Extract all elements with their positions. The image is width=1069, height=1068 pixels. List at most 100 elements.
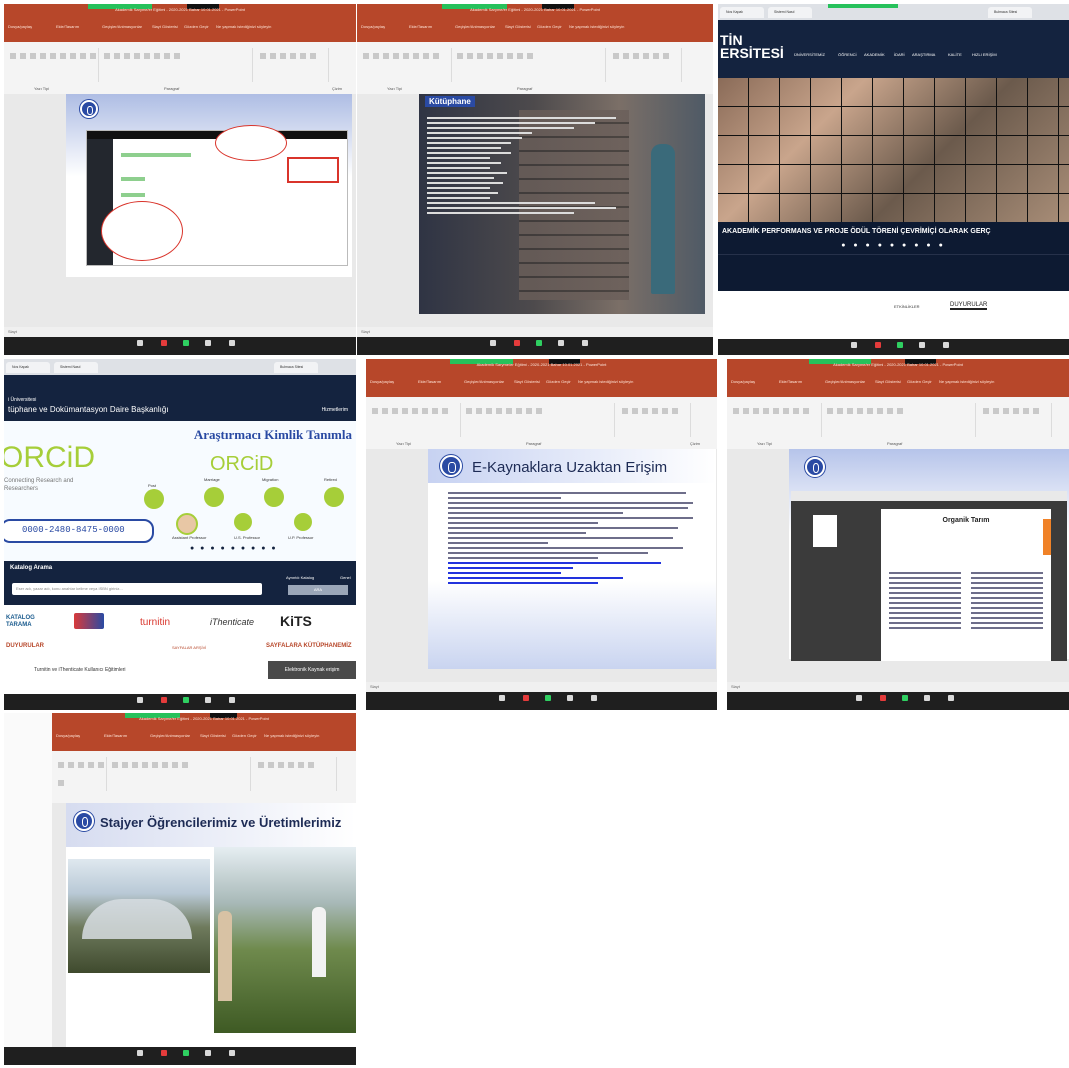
menu-item[interactable]: Dosya/paylaş bbox=[731, 379, 755, 384]
share-screen-button[interactable] bbox=[178, 1049, 194, 1057]
participants-button[interactable] bbox=[919, 694, 935, 702]
nav-item[interactable]: KALİTE bbox=[948, 52, 962, 57]
browser-tab[interactable]: Nos Kapalı bbox=[6, 362, 50, 373]
participants-button[interactable] bbox=[914, 341, 930, 349]
menu-item[interactable]: Slayt Gösterisi bbox=[875, 379, 901, 384]
search-input[interactable]: Eser adı, yazar adı, konu anahtar kelime… bbox=[12, 583, 262, 595]
video-button[interactable] bbox=[870, 341, 886, 349]
nav-item[interactable]: AKADEMİK bbox=[864, 52, 885, 57]
menu-item[interactable]: Slayt Gösterisi bbox=[505, 24, 531, 29]
share-screen-button[interactable] bbox=[531, 339, 547, 347]
tell-me-field[interactable]: Ne yapmak istediğinizi söyleyin bbox=[578, 379, 633, 384]
footer-tab[interactable]: DUYURULAR bbox=[950, 302, 988, 310]
participants-button[interactable] bbox=[553, 339, 569, 347]
kits-logo[interactable]: KiTS bbox=[280, 613, 312, 629]
menu-item[interactable]: Dosya/paylaş bbox=[8, 24, 32, 29]
browser-tab[interactable]: Nos Kapalı bbox=[720, 7, 764, 18]
video-button[interactable] bbox=[156, 339, 172, 347]
chat-button[interactable] bbox=[577, 339, 593, 347]
share-screen-button[interactable] bbox=[178, 339, 194, 347]
news-item[interactable]: Turnitin ve iThenticate Kullanıcı Eğitim… bbox=[34, 667, 126, 673]
zoom-toolbar bbox=[357, 337, 713, 355]
tell-me-field[interactable]: Ne yapmak istediğinizi söyleyin bbox=[939, 379, 994, 384]
news-heading[interactable]: DUYURULAR bbox=[6, 643, 44, 649]
ithenticate-logo[interactable]: iThenticate bbox=[210, 617, 254, 627]
mute-button[interactable] bbox=[485, 339, 501, 347]
browser-tab[interactable]: Sistemi Nasıl bbox=[54, 362, 98, 373]
mute-button[interactable] bbox=[846, 341, 862, 349]
mute-button[interactable] bbox=[851, 694, 867, 702]
chat-button[interactable] bbox=[586, 694, 602, 702]
slider-dots[interactable]: ● ● ● ● ● ● ● ● ● bbox=[190, 545, 278, 552]
service-logos: KATALOG TARAMA turnitin iThenticate KiTS bbox=[4, 605, 356, 639]
chat-button[interactable] bbox=[938, 341, 954, 349]
tell-me-field[interactable]: Ne yapmak istediğinizi söyleyin bbox=[264, 733, 319, 738]
search-option[interactable]: Genel bbox=[340, 575, 351, 580]
browser-tab[interactable]: Bulmaca Sitesi bbox=[274, 362, 318, 373]
menu-item[interactable]: Dosya/paylaş bbox=[56, 733, 80, 738]
carousel-dots[interactable]: ● ● ● ● ● ● ● ● ● bbox=[718, 242, 1069, 254]
participants-button[interactable] bbox=[200, 696, 216, 704]
menu-item[interactable]: Gözden Geçir bbox=[184, 24, 209, 29]
nav-item[interactable]: ÜNİVERSİTEMİZ bbox=[794, 52, 825, 57]
video-button[interactable] bbox=[518, 694, 534, 702]
video-button[interactable] bbox=[156, 696, 172, 704]
menu-item[interactable]: Geçişler/Animasyonlar bbox=[455, 24, 495, 29]
menu-item[interactable]: Ekle/Tasarım bbox=[56, 24, 79, 29]
menu-item[interactable]: Ekle/Tasarım bbox=[409, 24, 432, 29]
participants-button[interactable] bbox=[562, 694, 578, 702]
menu-item[interactable]: Dosya/paylaş bbox=[361, 24, 385, 29]
browser-tab[interactable]: Sistemi Nasıl bbox=[768, 7, 812, 18]
participants-button[interactable] bbox=[200, 1049, 216, 1057]
share-screen-button[interactable] bbox=[540, 694, 556, 702]
menu-item[interactable]: Geçişler/Animasyonlar bbox=[464, 379, 504, 384]
menu-item[interactable]: Gözden Geçir bbox=[546, 379, 571, 384]
search-button[interactable]: ARA bbox=[288, 585, 348, 595]
menu-item[interactable]: Gözden Geçir bbox=[537, 24, 562, 29]
menu-item[interactable]: Geçişler/Animasyonlar bbox=[825, 379, 865, 384]
share-screen-button[interactable] bbox=[897, 694, 913, 702]
mute-button[interactable] bbox=[494, 694, 510, 702]
nav-item[interactable]: ÖĞRENCİ bbox=[838, 52, 857, 57]
turnitin-logo[interactable]: turnitin bbox=[140, 617, 170, 628]
pdf-thumbnail[interactable] bbox=[813, 515, 837, 547]
chat-button[interactable] bbox=[224, 339, 240, 347]
menu-item[interactable]: Slayt Gösterisi bbox=[200, 733, 226, 738]
catalog-logo[interactable]: KATALOG TARAMA bbox=[6, 615, 46, 629]
mute-button[interactable] bbox=[132, 339, 148, 347]
tell-me-field[interactable]: Ne yapmak istediğinizi söyleyin bbox=[569, 24, 624, 29]
menu-item[interactable]: Slayt Gösterisi bbox=[152, 24, 178, 29]
nav-item[interactable]: İDARİ bbox=[894, 52, 905, 57]
chat-button[interactable] bbox=[224, 696, 240, 704]
chat-button[interactable] bbox=[943, 694, 959, 702]
video-button[interactable] bbox=[509, 339, 525, 347]
nav-item[interactable]: HIZLI ERİŞİM bbox=[972, 52, 997, 57]
share-screen-button[interactable] bbox=[892, 341, 908, 349]
library-logo[interactable] bbox=[74, 613, 104, 629]
menu-item[interactable]: Dosya/paylaş bbox=[370, 379, 394, 384]
nav-item[interactable]: ARAŞTIRMA bbox=[912, 52, 935, 57]
video-button[interactable] bbox=[875, 694, 891, 702]
news-heading[interactable]: SAYFALAR ARŞİVİ bbox=[172, 645, 206, 650]
menu-item[interactable]: Gözden Geçir bbox=[232, 733, 257, 738]
search-option[interactable]: Ayrıntılı Katalog bbox=[286, 575, 314, 580]
menu-item[interactable]: Geçişler/Animasyonlar bbox=[102, 24, 142, 29]
news-heading[interactable]: SAYFALARA KÜTÜPHANEMİZ bbox=[266, 643, 352, 649]
elektronik-kaynak-button[interactable]: Elektronik Kaynak erişim bbox=[268, 661, 356, 679]
menu-item[interactable]: Ekle/Tasarım bbox=[104, 733, 127, 738]
video-button[interactable] bbox=[156, 1049, 172, 1057]
mute-button[interactable] bbox=[132, 1049, 148, 1057]
menu-item[interactable]: Ekle/Tasarım bbox=[418, 379, 441, 384]
menu-item[interactable]: Slayt Gösterisi bbox=[514, 379, 540, 384]
tell-me-field[interactable]: Ne yapmak istediğinizi söyleyin bbox=[216, 24, 271, 29]
mute-button[interactable] bbox=[132, 696, 148, 704]
header-link[interactable]: Hizmetlerim bbox=[322, 407, 348, 413]
chat-button[interactable] bbox=[224, 1049, 240, 1057]
share-screen-button[interactable] bbox=[178, 696, 194, 704]
menu-item[interactable]: Ekle/Tasarım bbox=[779, 379, 802, 384]
browser-tab[interactable]: Bulmaca Sitesi bbox=[988, 7, 1032, 18]
participants-button[interactable] bbox=[200, 339, 216, 347]
menu-item[interactable]: Geçişler/Animasyonlar bbox=[150, 733, 190, 738]
menu-item[interactable]: Gözden Geçir bbox=[907, 379, 932, 384]
footer-tab[interactable]: ETKİNLİKLER bbox=[894, 304, 920, 309]
